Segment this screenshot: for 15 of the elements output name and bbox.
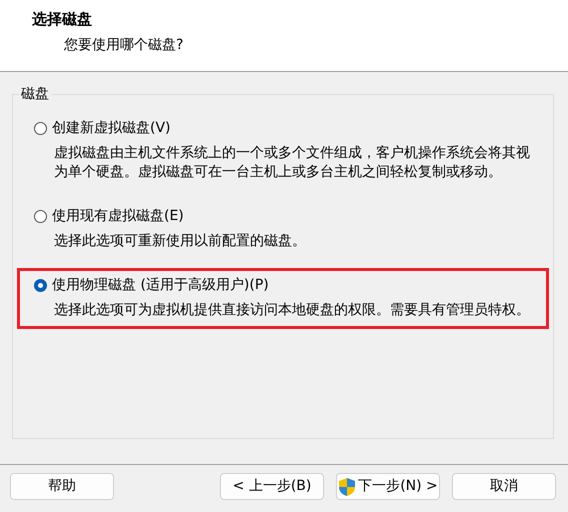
option-description: 选择此选项可为虚拟机提供直接访问本地硬盘的权限。需要具有管理员特权。	[53, 301, 531, 320]
radio-button[interactable]	[34, 279, 47, 292]
dialog-subtitle: 您要使用哪个磁盘?	[63, 36, 184, 54]
option-label[interactable]: 使用物理磁盘 (适用于高级用户)(P)	[52, 275, 269, 296]
option-description: 虚拟磁盘由主机文件系统上的一个或多个文件组成，客户机操作系统会将其视为单个硬盘。虚拟磁盘可在一台主机上或多台主机之间轻松复制或移动。	[53, 144, 531, 182]
back-button[interactable]: < 上一步(B)	[220, 473, 324, 500]
help-button[interactable]: 帮助	[10, 473, 114, 500]
option-label[interactable]: 使用现有虚拟磁盘(E)	[52, 206, 184, 227]
radio-button[interactable]	[34, 210, 47, 223]
option-label[interactable]: 创建新虚拟磁盘(V)	[52, 118, 171, 139]
radio-button[interactable]	[34, 122, 47, 135]
dialog-title: 选择磁盘	[32, 9, 93, 30]
cancel-button[interactable]: 取消	[452, 473, 556, 500]
next-button[interactable]: 下一步(N) >	[336, 473, 440, 500]
option-description: 选择此选项可重新使用以前配置的磁盘。	[53, 232, 307, 251]
